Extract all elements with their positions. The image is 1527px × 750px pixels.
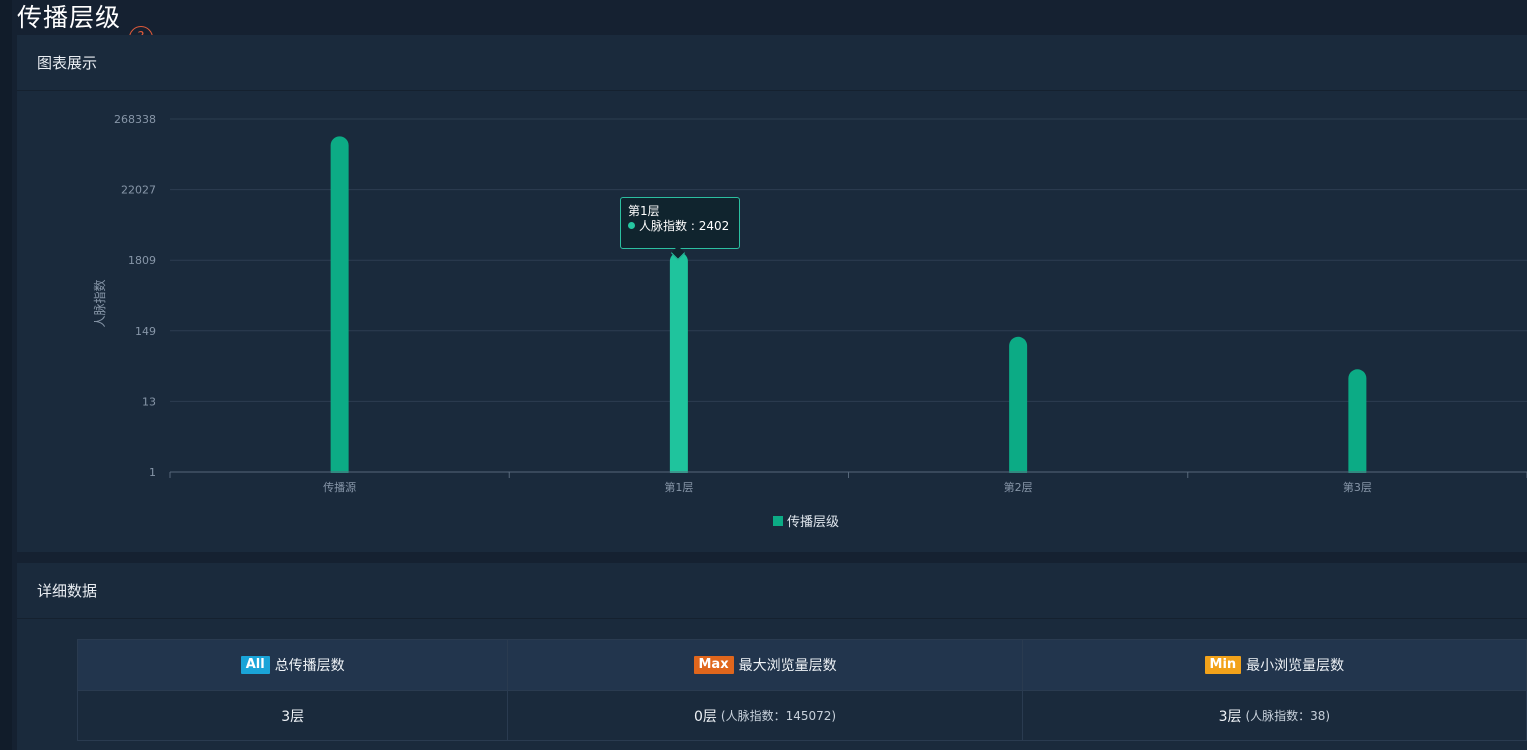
- stats-header-min: Min 最小浏览量层数: [1023, 640, 1526, 690]
- bar: [1348, 369, 1367, 481]
- stats-header-max: Max 最大浏览量层数: [508, 640, 1023, 690]
- bar: [669, 252, 688, 481]
- max-layer-value: 0层: [694, 708, 717, 725]
- y-tick-label: 1: [149, 466, 156, 479]
- detail-panel-title: 详细数据: [17, 563, 1527, 619]
- y-tick-label: 22027: [121, 184, 156, 197]
- tooltip-label: 人脉指数: [639, 219, 688, 233]
- min-layer-value-cell: 3层 (人脉指数：38): [1023, 691, 1526, 740]
- total-layers-value: 3层: [281, 708, 305, 725]
- detail-panel: 详细数据 All 总传播层数 Max 最大浏览量层数 Min 最小浏览量层数 3…: [17, 563, 1527, 750]
- min-layer-label: 最小浏览量层数: [1246, 658, 1345, 674]
- max-layer-label: 最大浏览量层数: [738, 658, 837, 674]
- legend-label: 传播层级: [787, 515, 839, 530]
- stats-header-total: All 总传播层数: [78, 640, 509, 690]
- axis-mask: [165, 473, 1527, 481]
- min-layer-value: 3层: [1218, 708, 1242, 725]
- tooltip-title: 第1层: [628, 204, 660, 218]
- max-layer-value-cell: 0层 (人脉指数：145072): [508, 691, 1023, 740]
- stats-value-row: 3层 0层 (人脉指数：145072) 3层 (人脉指数：38): [78, 691, 1526, 740]
- y-tick-label: 1809: [128, 254, 156, 267]
- x-tick-label: 第2层: [1004, 480, 1033, 494]
- x-tick-label: 第3层: [1343, 480, 1372, 494]
- stats-table: All 总传播层数 Max 最大浏览量层数 Min 最小浏览量层数 3层 0层 …: [77, 639, 1527, 741]
- max-layer-sub: (人脉指数：145072): [720, 709, 837, 723]
- y-tick-label: 149: [135, 325, 156, 338]
- x-tick-label: 传播源: [323, 480, 356, 494]
- min-badge: Min: [1204, 656, 1242, 674]
- all-badge: All: [240, 656, 270, 674]
- y-tick-label: 13: [142, 395, 156, 408]
- left-sidebar-strip: [0, 0, 12, 750]
- total-layers-value-cell: 3层: [78, 691, 509, 740]
- max-badge: Max: [693, 656, 734, 674]
- y-tick-label: 268338: [114, 113, 156, 126]
- min-layer-sub: (人脉指数：38): [1245, 709, 1331, 723]
- chart-panel-title: 图表展示: [17, 35, 1527, 91]
- page-title: 传播层级: [17, 3, 122, 32]
- y-axis-title: 人脉指数: [92, 279, 107, 327]
- x-tick-label: 第1层: [664, 480, 693, 494]
- chart-tooltip: 第1层 人脉指数 : 2402: [620, 197, 740, 249]
- bar: [1009, 336, 1028, 481]
- stats-header-row: All 总传播层数 Max 最大浏览量层数 Min 最小浏览量层数: [78, 640, 1526, 691]
- total-layers-label: 总传播层数: [274, 658, 345, 674]
- bar: [330, 136, 349, 481]
- tooltip-value: 2402: [698, 219, 730, 233]
- bar-chart: 113149180922027268338人脉指数传播源 第1层 第2层 第3层传播层…: [92, 113, 1527, 530]
- legend-swatch: [773, 516, 783, 526]
- series-dot-icon: [628, 222, 635, 229]
- chart-panel: 图表展示 1 13 149 1809 22027 268338 人脉指数 传播源 第1层 第2层第…: [17, 35, 1527, 552]
- tooltip-row: 人脉指数 : 2402: [628, 219, 732, 234]
